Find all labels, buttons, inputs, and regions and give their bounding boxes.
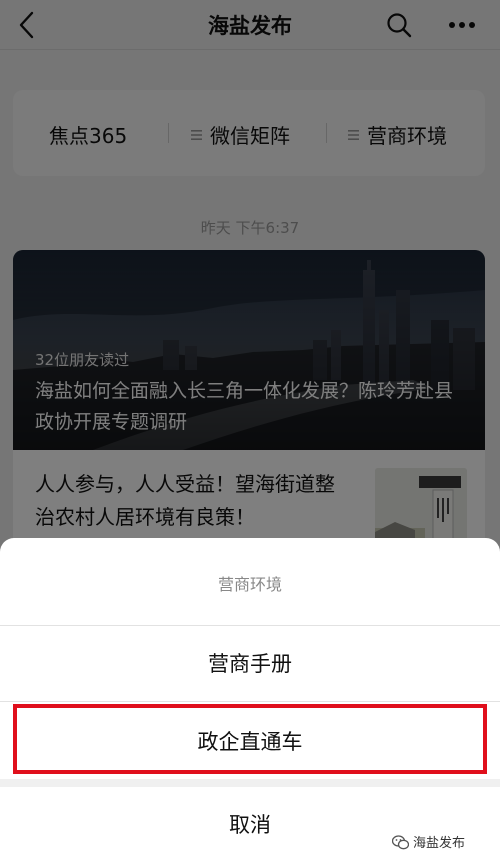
sheet-divider bbox=[0, 779, 500, 787]
red-highlight-box bbox=[13, 704, 487, 774]
action-sheet: 营商环境 营商手册 政企直通车 取消 bbox=[0, 538, 500, 863]
action-sheet-title: 营商环境 bbox=[0, 538, 500, 626]
watermark: 海盐发布 bbox=[392, 832, 496, 854]
business-handbook-option[interactable]: 营商手册 bbox=[0, 626, 500, 702]
wechat-official-account-icon bbox=[392, 835, 409, 850]
watermark-text: 海盐发布 bbox=[413, 836, 466, 851]
